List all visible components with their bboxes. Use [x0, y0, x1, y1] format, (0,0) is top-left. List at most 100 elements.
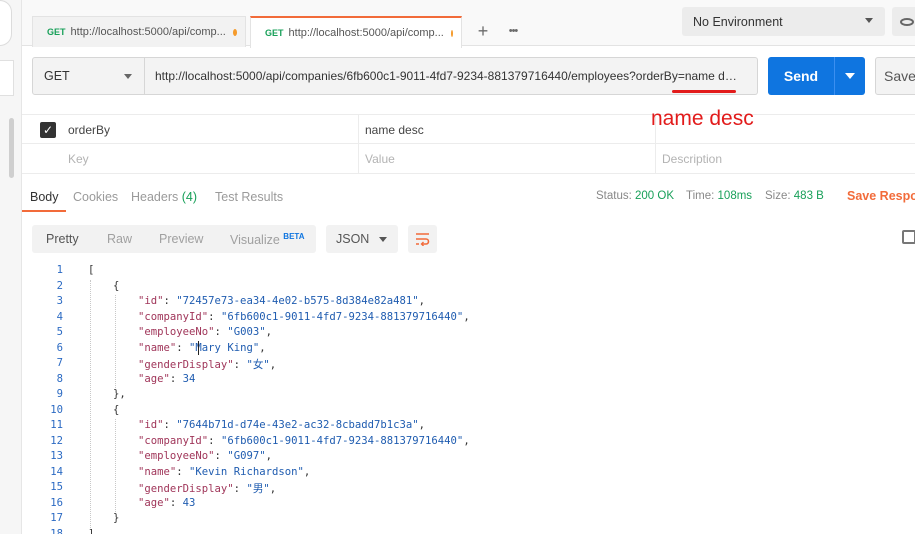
json-key: "age"	[138, 372, 170, 385]
request-tab[interactable]: GET http://localhost:5000/api/comp...	[32, 16, 246, 47]
json-value: "Mary King"	[189, 341, 260, 354]
line-number: 5	[56, 326, 63, 338]
tab-headers-label: Headers	[131, 190, 179, 204]
format-select[interactable]: JSON	[326, 225, 398, 253]
json-key: "genderDisplay"	[138, 483, 234, 495]
url-input[interactable]: http://localhost:5000/api/companies/6fb6…	[145, 57, 758, 95]
code-line: "id": "7644b71d-d74e-43e2-ac32-8cbadd7b1…	[138, 419, 426, 431]
tab-options-button[interactable]: •••	[500, 18, 526, 44]
annotation-underline	[672, 90, 736, 93]
view-preview[interactable]: Preview	[159, 232, 203, 246]
tab-body[interactable]: Body	[30, 190, 59, 204]
save-response-button[interactable]: Save Response	[847, 189, 915, 203]
method-select[interactable]: GET	[32, 57, 145, 95]
environment-label: No Environment	[693, 14, 783, 29]
status-value: 200 OK	[635, 190, 675, 202]
status-label: Status:	[596, 190, 632, 202]
view-visualize[interactable]: Visualize BETA	[230, 232, 304, 247]
line-number: 18	[50, 527, 63, 534]
response-tabs: Body Cookies Headers (4) Test Results St…	[22, 184, 915, 214]
sidebar-edge	[0, 0, 22, 534]
chevron-down-icon	[865, 18, 873, 23]
code-line: "age": 34	[138, 372, 196, 385]
column-divider	[358, 114, 359, 174]
code-line: {	[113, 403, 120, 416]
line-number: 13	[50, 450, 63, 462]
add-tab-button[interactable]: +	[470, 18, 496, 44]
json-punct: ,	[269, 359, 277, 371]
json-value: "女"	[246, 359, 270, 371]
tab-method: GET	[47, 27, 66, 37]
chevron-down-icon[interactable]	[845, 73, 855, 79]
json-key: "name"	[138, 341, 177, 354]
json-key: "age"	[138, 496, 170, 509]
environment-quick-look-button[interactable]	[892, 7, 915, 36]
response-body[interactable]: 1 [2 {3 "id": "72457e73-ea34-4e02-b575-8d38…	[22, 263, 915, 534]
line-number: 17	[50, 512, 63, 524]
tab-cookies[interactable]: Cookies	[73, 190, 118, 204]
param-key[interactable]: orderBy	[68, 115, 110, 145]
line-number: 12	[50, 434, 63, 447]
indent-guide	[90, 279, 91, 528]
tab-bar: GET http://localhost:5000/api/comp... GE…	[22, 0, 915, 48]
json-value: "Kevin Richardson"	[189, 465, 304, 478]
code-line: "employeeNo": "G003",	[138, 326, 272, 338]
sidebar-fragment	[0, 0, 12, 46]
params-table: ✓ orderBy name desc Key Value Descriptio…	[22, 114, 915, 174]
json-value: "男"	[246, 483, 270, 495]
param-checkbox[interactable]: ✓	[40, 122, 56, 138]
line-number: 7	[56, 357, 63, 369]
code-line: "companyId": "6fb600c1-9011-4fd7-9234-88…	[138, 434, 470, 447]
json-value: "7644b71d-d74e-43e2-ac32-8cbadd7b1c3a"	[176, 419, 419, 431]
json-key: "companyId"	[138, 310, 209, 323]
size-label: Size:	[765, 190, 791, 202]
param-value[interactable]: name desc	[365, 115, 424, 145]
json-punct: ,	[269, 483, 277, 495]
send-label: Send	[783, 68, 819, 84]
code-line: "genderDisplay": "女",	[138, 359, 277, 371]
json-value: 34	[182, 372, 196, 385]
sidebar-scrollbar[interactable]	[9, 118, 14, 178]
tab-headers[interactable]: Headers (4)	[131, 190, 197, 204]
param-key-placeholder[interactable]: Key	[68, 144, 89, 174]
more-icon: •••	[508, 25, 519, 37]
send-button[interactable]: Send	[768, 57, 865, 95]
status-readout: Status: 200 OK	[596, 190, 674, 202]
time-value: 108ms	[717, 190, 753, 202]
line-number: 1	[56, 264, 63, 276]
json-value: "72457e73-ea34-4e02-b575-8d384e82a481"	[176, 295, 419, 307]
tab-test-results[interactable]: Test Results	[215, 190, 283, 204]
json-punct: ,	[265, 326, 272, 338]
checkmark-icon: ✓	[42, 123, 54, 137]
indent-guide	[115, 419, 116, 512]
eye-icon	[899, 17, 914, 26]
wrap-lines-icon	[415, 233, 429, 246]
request-tab-active[interactable]: GET http://localhost:5000/api/comp...	[250, 16, 462, 48]
json-punct: ,	[463, 434, 470, 447]
line-number: 4	[56, 310, 63, 323]
url-text: http://localhost:5000/api/companies/6fb6…	[155, 69, 743, 83]
json-punct: ,	[265, 450, 272, 462]
view-mode-bar: Pretty Raw Preview Visualize BETA	[32, 225, 316, 253]
param-description-placeholder[interactable]: Description	[662, 144, 722, 174]
save-button[interactable]: Save	[875, 57, 915, 95]
json-key: "employeeNo"	[138, 326, 215, 338]
line-number: 9	[56, 388, 63, 400]
line-number: 3	[56, 295, 63, 307]
time-readout: Time: 108ms	[686, 190, 752, 202]
view-pretty[interactable]: Pretty	[46, 232, 79, 246]
plus-icon: +	[477, 20, 489, 41]
json-value: "6fb600c1-9011-4fd7-9234-881379716440"	[220, 310, 464, 323]
copy-icon[interactable]	[902, 230, 915, 244]
code-line: },	[113, 388, 126, 400]
wrap-lines-button[interactable]	[408, 225, 437, 253]
param-value-placeholder[interactable]: Value	[365, 144, 395, 174]
environment-select[interactable]: No Environment	[682, 7, 885, 36]
code-line: {	[113, 279, 120, 292]
code-line: ]	[88, 527, 95, 534]
param-row-empty: Key Value Description	[22, 144, 915, 174]
chevron-down-icon	[379, 237, 387, 242]
view-raw[interactable]: Raw	[107, 232, 132, 246]
line-number: 8	[56, 372, 63, 385]
code-line: [	[88, 264, 95, 276]
